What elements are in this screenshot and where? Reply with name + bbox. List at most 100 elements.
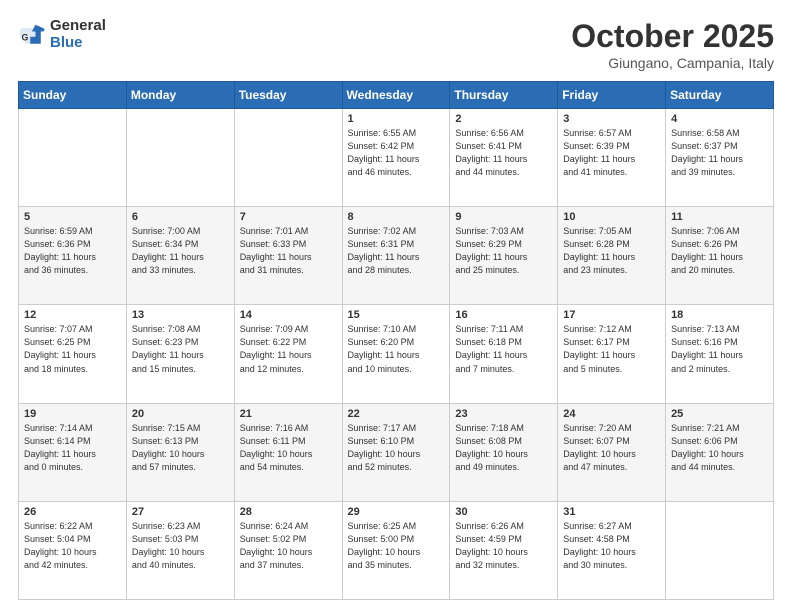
- day-number: 2: [455, 113, 552, 125]
- day-number: 24: [563, 408, 660, 420]
- calendar-cell: 27 Sunrise: 6:23 AM Sunset: 5:03 PM Dayli…: [126, 501, 234, 599]
- calendar-header-friday: Friday: [558, 82, 666, 109]
- day-number: 21: [240, 408, 337, 420]
- calendar-header-row: SundayMondayTuesdayWednesdayThursdayFrid…: [19, 82, 774, 109]
- calendar-header-sunday: Sunday: [19, 82, 127, 109]
- calendar-cell: 15 Sunrise: 7:10 AM Sunset: 6:20 PM Dayli…: [342, 305, 450, 403]
- calendar-cell: 23 Sunrise: 7:18 AM Sunset: 6:08 PM Dayli…: [450, 403, 558, 501]
- day-info: Sunrise: 6:57 AM Sunset: 6:39 PM Dayligh…: [563, 127, 660, 179]
- day-info: Sunrise: 6:27 AM Sunset: 4:58 PM Dayligh…: [563, 520, 660, 572]
- calendar-header-thursday: Thursday: [450, 82, 558, 109]
- calendar-cell: 13Sunrise: 7:08 AM Sunset: 6:23 PM Dayli…: [126, 305, 234, 403]
- day-info: Sunrise: 7:08 AM Sunset: 6:23 PM Dayligh…: [132, 323, 229, 375]
- day-info: Sunrise: 7:05 AM Sunset: 6:28 PM Dayligh…: [563, 225, 660, 277]
- day-number: 30: [455, 506, 552, 518]
- calendar-cell: [126, 109, 234, 207]
- calendar-cell: 16 Sunrise: 7:11 AM Sunset: 6:18 PM Dayli…: [450, 305, 558, 403]
- day-number: 23: [455, 408, 552, 420]
- day-number: 1: [348, 113, 445, 125]
- day-info: Sunrise: 7:13 AM Sunset: 6:16 PM Dayligh…: [671, 323, 768, 375]
- calendar-table: SundayMondayTuesdayWednesdayThursdayFrid…: [18, 81, 774, 600]
- day-number: 20: [132, 408, 229, 420]
- day-info: Sunrise: 6:25 AM Sunset: 5:00 PM Dayligh…: [348, 520, 445, 572]
- day-number: 14: [240, 309, 337, 321]
- calendar-cell: [19, 109, 127, 207]
- calendar-cell: 18Sunrise: 7:13 AM Sunset: 6:16 PM Dayli…: [666, 305, 774, 403]
- day-number: 25: [671, 408, 768, 420]
- day-info: Sunrise: 6:23 AM Sunset: 5:03 PM Dayligh…: [132, 520, 229, 572]
- calendar-cell: 14 Sunrise: 7:09 AM Sunset: 6:22 PM Dayli…: [234, 305, 342, 403]
- day-info: Sunrise: 7:18 AM Sunset: 6:08 PM Dayligh…: [455, 422, 552, 474]
- calendar-cell: 1 Sunrise: 6:55 AM Sunset: 6:42 PM Daylig…: [342, 109, 450, 207]
- calendar-cell: 30 Sunrise: 6:26 AM Sunset: 4:59 PM Dayli…: [450, 501, 558, 599]
- day-number: 4: [671, 113, 768, 125]
- calendar-cell: 12Sunrise: 7:07 AM Sunset: 6:25 PM Dayli…: [19, 305, 127, 403]
- day-info: Sunrise: 6:55 AM Sunset: 6:42 PM Dayligh…: [348, 127, 445, 179]
- day-info: Sunrise: 7:17 AM Sunset: 6:10 PM Dayligh…: [348, 422, 445, 474]
- calendar-cell: 20Sunrise: 7:15 AM Sunset: 6:13 PM Dayli…: [126, 403, 234, 501]
- calendar-week-3: 12Sunrise: 7:07 AM Sunset: 6:25 PM Dayli…: [19, 305, 774, 403]
- day-number: 3: [563, 113, 660, 125]
- day-info: Sunrise: 7:16 AM Sunset: 6:11 PM Dayligh…: [240, 422, 337, 474]
- calendar-cell: 3 Sunrise: 6:57 AM Sunset: 6:39 PM Daylig…: [558, 109, 666, 207]
- calendar-cell: 29 Sunrise: 6:25 AM Sunset: 5:00 PM Dayli…: [342, 501, 450, 599]
- day-info: Sunrise: 7:03 AM Sunset: 6:29 PM Dayligh…: [455, 225, 552, 277]
- logo-text: General Blue: [50, 18, 106, 51]
- calendar-header-monday: Monday: [126, 82, 234, 109]
- day-number: 22: [348, 408, 445, 420]
- calendar-cell: 17 Sunrise: 7:12 AM Sunset: 6:17 PM Dayli…: [558, 305, 666, 403]
- calendar-cell: 5 Sunrise: 6:59 AM Sunset: 6:36 PM Daylig…: [19, 207, 127, 305]
- month-title: October 2025: [571, 18, 774, 55]
- calendar-header-wednesday: Wednesday: [342, 82, 450, 109]
- day-info: Sunrise: 7:01 AM Sunset: 6:33 PM Dayligh…: [240, 225, 337, 277]
- day-info: Sunrise: 6:58 AM Sunset: 6:37 PM Dayligh…: [671, 127, 768, 179]
- day-info: Sunrise: 7:06 AM Sunset: 6:26 PM Dayligh…: [671, 225, 768, 277]
- calendar-cell: 2Sunrise: 6:56 AM Sunset: 6:41 PM Daylig…: [450, 109, 558, 207]
- logo: G General Blue: [18, 18, 106, 51]
- day-number: 27: [132, 506, 229, 518]
- day-info: Sunrise: 7:00 AM Sunset: 6:34 PM Dayligh…: [132, 225, 229, 277]
- day-info: Sunrise: 7:09 AM Sunset: 6:22 PM Dayligh…: [240, 323, 337, 375]
- day-info: Sunrise: 7:12 AM Sunset: 6:17 PM Dayligh…: [563, 323, 660, 375]
- day-number: 17: [563, 309, 660, 321]
- page: G General Blue October 2025 Giungano, Ca…: [0, 0, 792, 612]
- calendar-cell: 25 Sunrise: 7:21 AM Sunset: 6:06 PM Dayli…: [666, 403, 774, 501]
- day-number: 15: [348, 309, 445, 321]
- day-info: Sunrise: 7:10 AM Sunset: 6:20 PM Dayligh…: [348, 323, 445, 375]
- day-number: 26: [24, 506, 121, 518]
- calendar-header-tuesday: Tuesday: [234, 82, 342, 109]
- day-info: Sunrise: 6:26 AM Sunset: 4:59 PM Dayligh…: [455, 520, 552, 572]
- calendar-cell: [666, 501, 774, 599]
- calendar-cell: 4 Sunrise: 6:58 AM Sunset: 6:37 PM Daylig…: [666, 109, 774, 207]
- day-info: Sunrise: 6:59 AM Sunset: 6:36 PM Dayligh…: [24, 225, 121, 277]
- location: Giungano, Campania, Italy: [571, 55, 774, 71]
- calendar-cell: 10 Sunrise: 7:05 AM Sunset: 6:28 PM Dayli…: [558, 207, 666, 305]
- day-info: Sunrise: 7:11 AM Sunset: 6:18 PM Dayligh…: [455, 323, 552, 375]
- calendar-cell: 24 Sunrise: 7:20 AM Sunset: 6:07 PM Dayli…: [558, 403, 666, 501]
- day-number: 29: [348, 506, 445, 518]
- calendar-cell: 11Sunrise: 7:06 AM Sunset: 6:26 PM Dayli…: [666, 207, 774, 305]
- day-info: Sunrise: 7:02 AM Sunset: 6:31 PM Dayligh…: [348, 225, 445, 277]
- day-number: 5: [24, 211, 121, 223]
- calendar-week-2: 5 Sunrise: 6:59 AM Sunset: 6:36 PM Daylig…: [19, 207, 774, 305]
- calendar-week-5: 26Sunrise: 6:22 AM Sunset: 5:04 PM Dayli…: [19, 501, 774, 599]
- day-number: 8: [348, 211, 445, 223]
- day-number: 31: [563, 506, 660, 518]
- day-number: 10: [563, 211, 660, 223]
- logo-icon: G: [18, 21, 46, 49]
- calendar-cell: 31 Sunrise: 6:27 AM Sunset: 4:58 PM Dayli…: [558, 501, 666, 599]
- calendar-cell: 21 Sunrise: 7:16 AM Sunset: 6:11 PM Dayli…: [234, 403, 342, 501]
- day-info: Sunrise: 7:21 AM Sunset: 6:06 PM Dayligh…: [671, 422, 768, 474]
- day-info: Sunrise: 6:24 AM Sunset: 5:02 PM Dayligh…: [240, 520, 337, 572]
- calendar-cell: 9Sunrise: 7:03 AM Sunset: 6:29 PM Daylig…: [450, 207, 558, 305]
- day-info: Sunrise: 7:14 AM Sunset: 6:14 PM Dayligh…: [24, 422, 121, 474]
- calendar-cell: 26Sunrise: 6:22 AM Sunset: 5:04 PM Dayli…: [19, 501, 127, 599]
- calendar-cell: 28 Sunrise: 6:24 AM Sunset: 5:02 PM Dayli…: [234, 501, 342, 599]
- day-number: 28: [240, 506, 337, 518]
- day-number: 16: [455, 309, 552, 321]
- top-section: G General Blue October 2025 Giungano, Ca…: [18, 18, 774, 71]
- day-info: Sunrise: 7:20 AM Sunset: 6:07 PM Dayligh…: [563, 422, 660, 474]
- calendar-cell: 7Sunrise: 7:01 AM Sunset: 6:33 PM Daylig…: [234, 207, 342, 305]
- day-info: Sunrise: 7:07 AM Sunset: 6:25 PM Dayligh…: [24, 323, 121, 375]
- logo-general-text: General: [50, 18, 106, 35]
